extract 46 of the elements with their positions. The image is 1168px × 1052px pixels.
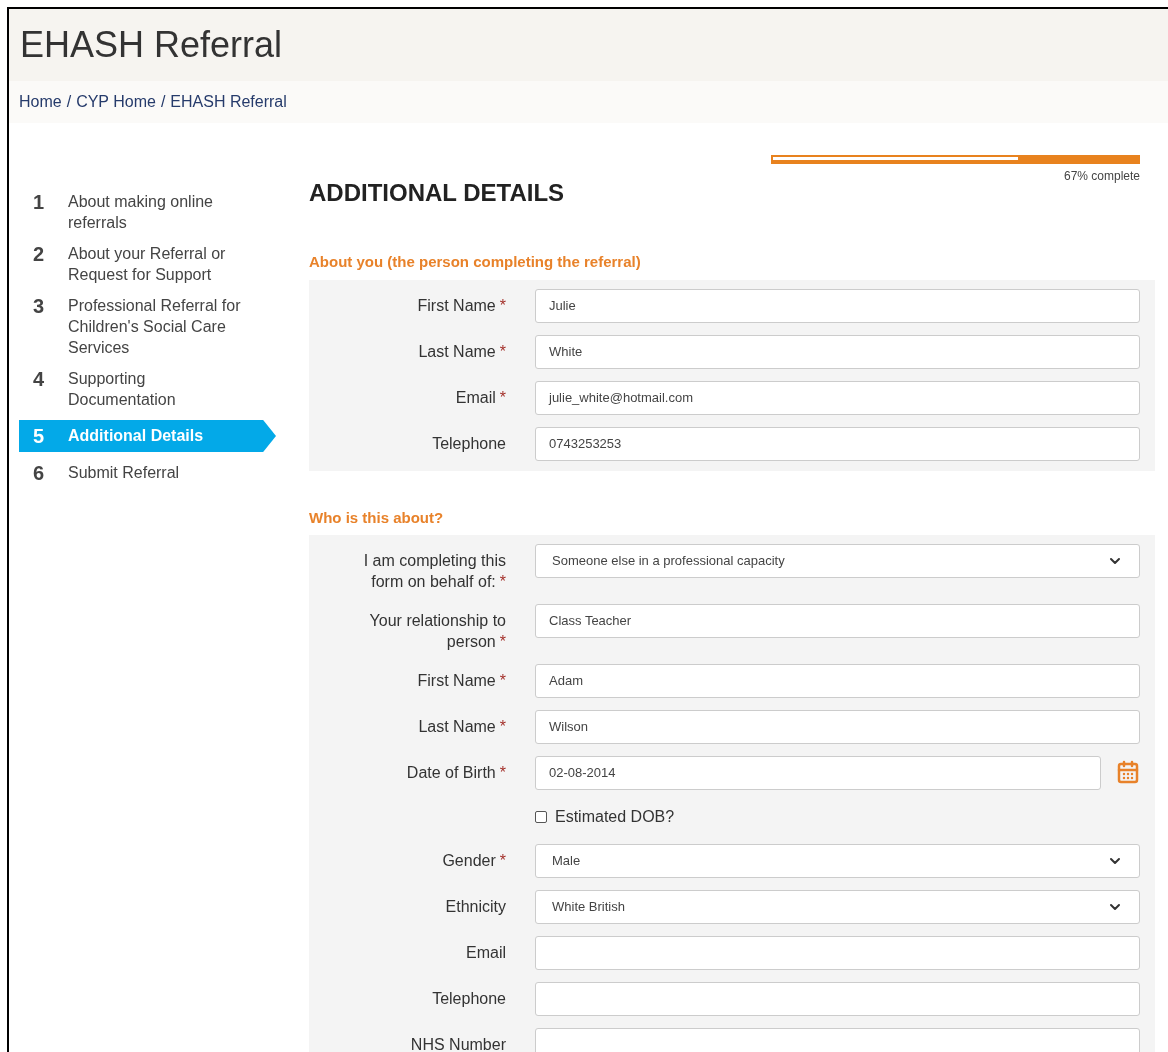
checkbox-label: Estimated DOB? [555, 807, 675, 827]
page-heading: EHASH Referral [20, 23, 283, 67]
field-label: Last Name * [418, 717, 506, 737]
input-field[interactable]: Class Teacher [535, 604, 1140, 638]
step-item[interactable]: 4 Supporting Documentation [19, 368, 276, 410]
date-field[interactable]: 02-08-2014 [535, 756, 1101, 790]
progress-text: 67% complete [1063, 168, 1140, 185]
field-label: Telephone [432, 433, 506, 454]
field-label: NHS Number [410, 1035, 506, 1052]
breadcrumb-link[interactable]: CYP Home [76, 90, 156, 114]
step-item[interactable]: 1 About making online referrals [19, 191, 276, 233]
checkbox[interactable] [535, 811, 547, 823]
input-field[interactable]: Adam [535, 664, 1140, 698]
field-label: First Name * [417, 295, 506, 316]
input-field[interactable]: White [535, 334, 1140, 369]
breadcrumb-link[interactable]: EHASH Referral [170, 90, 287, 114]
breadcrumb-separator: / [66, 92, 72, 112]
step-item[interactable]: 6 Submit Referral [19, 462, 276, 484]
input-field[interactable]: julie_white@hotmail.com [535, 380, 1140, 415]
field-label: Date of Birth * [406, 763, 506, 783]
field-label: Last Name * [418, 341, 506, 362]
select-field[interactable]: Male [535, 844, 1140, 878]
step-item[interactable]: 3 Professional Referral for Children's Social Care Services [19, 295, 276, 358]
field-label: Your relationship to person * [368, 611, 506, 652]
breadcrumb-link[interactable]: Home [19, 90, 62, 114]
input-field[interactable]: Wilson [535, 710, 1140, 744]
input-field[interactable]: 0743253253 [535, 426, 1140, 461]
field-label: Email * [455, 387, 506, 408]
calendar-icon[interactable] [1116, 760, 1140, 784]
field-label: Telephone [432, 989, 506, 1009]
input-field[interactable] [535, 982, 1140, 1016]
input-field[interactable] [535, 936, 1140, 970]
section-heading: About you (the person completing the referral) [309, 252, 642, 272]
section-title: ADDITIONAL DETAILS [309, 178, 565, 208]
field-label: I am completing this form on behalf of: * [362, 551, 506, 592]
field-label: Ethnicity [445, 897, 506, 917]
field-label: Gender * [442, 851, 506, 871]
select-field[interactable]: White British [535, 890, 1140, 924]
breadcrumb-separator: / [160, 92, 166, 112]
section-heading: Who is this about? [309, 507, 445, 528]
field-label: Email [466, 943, 506, 963]
select-field[interactable]: Someone else in a professional capacity [535, 544, 1140, 578]
step-item[interactable]: 2 About your Referral or Request for Support [19, 243, 276, 285]
input-field[interactable]: Julie [535, 288, 1140, 323]
field-label: First Name * [417, 671, 506, 691]
input-field[interactable] [535, 1028, 1140, 1052]
